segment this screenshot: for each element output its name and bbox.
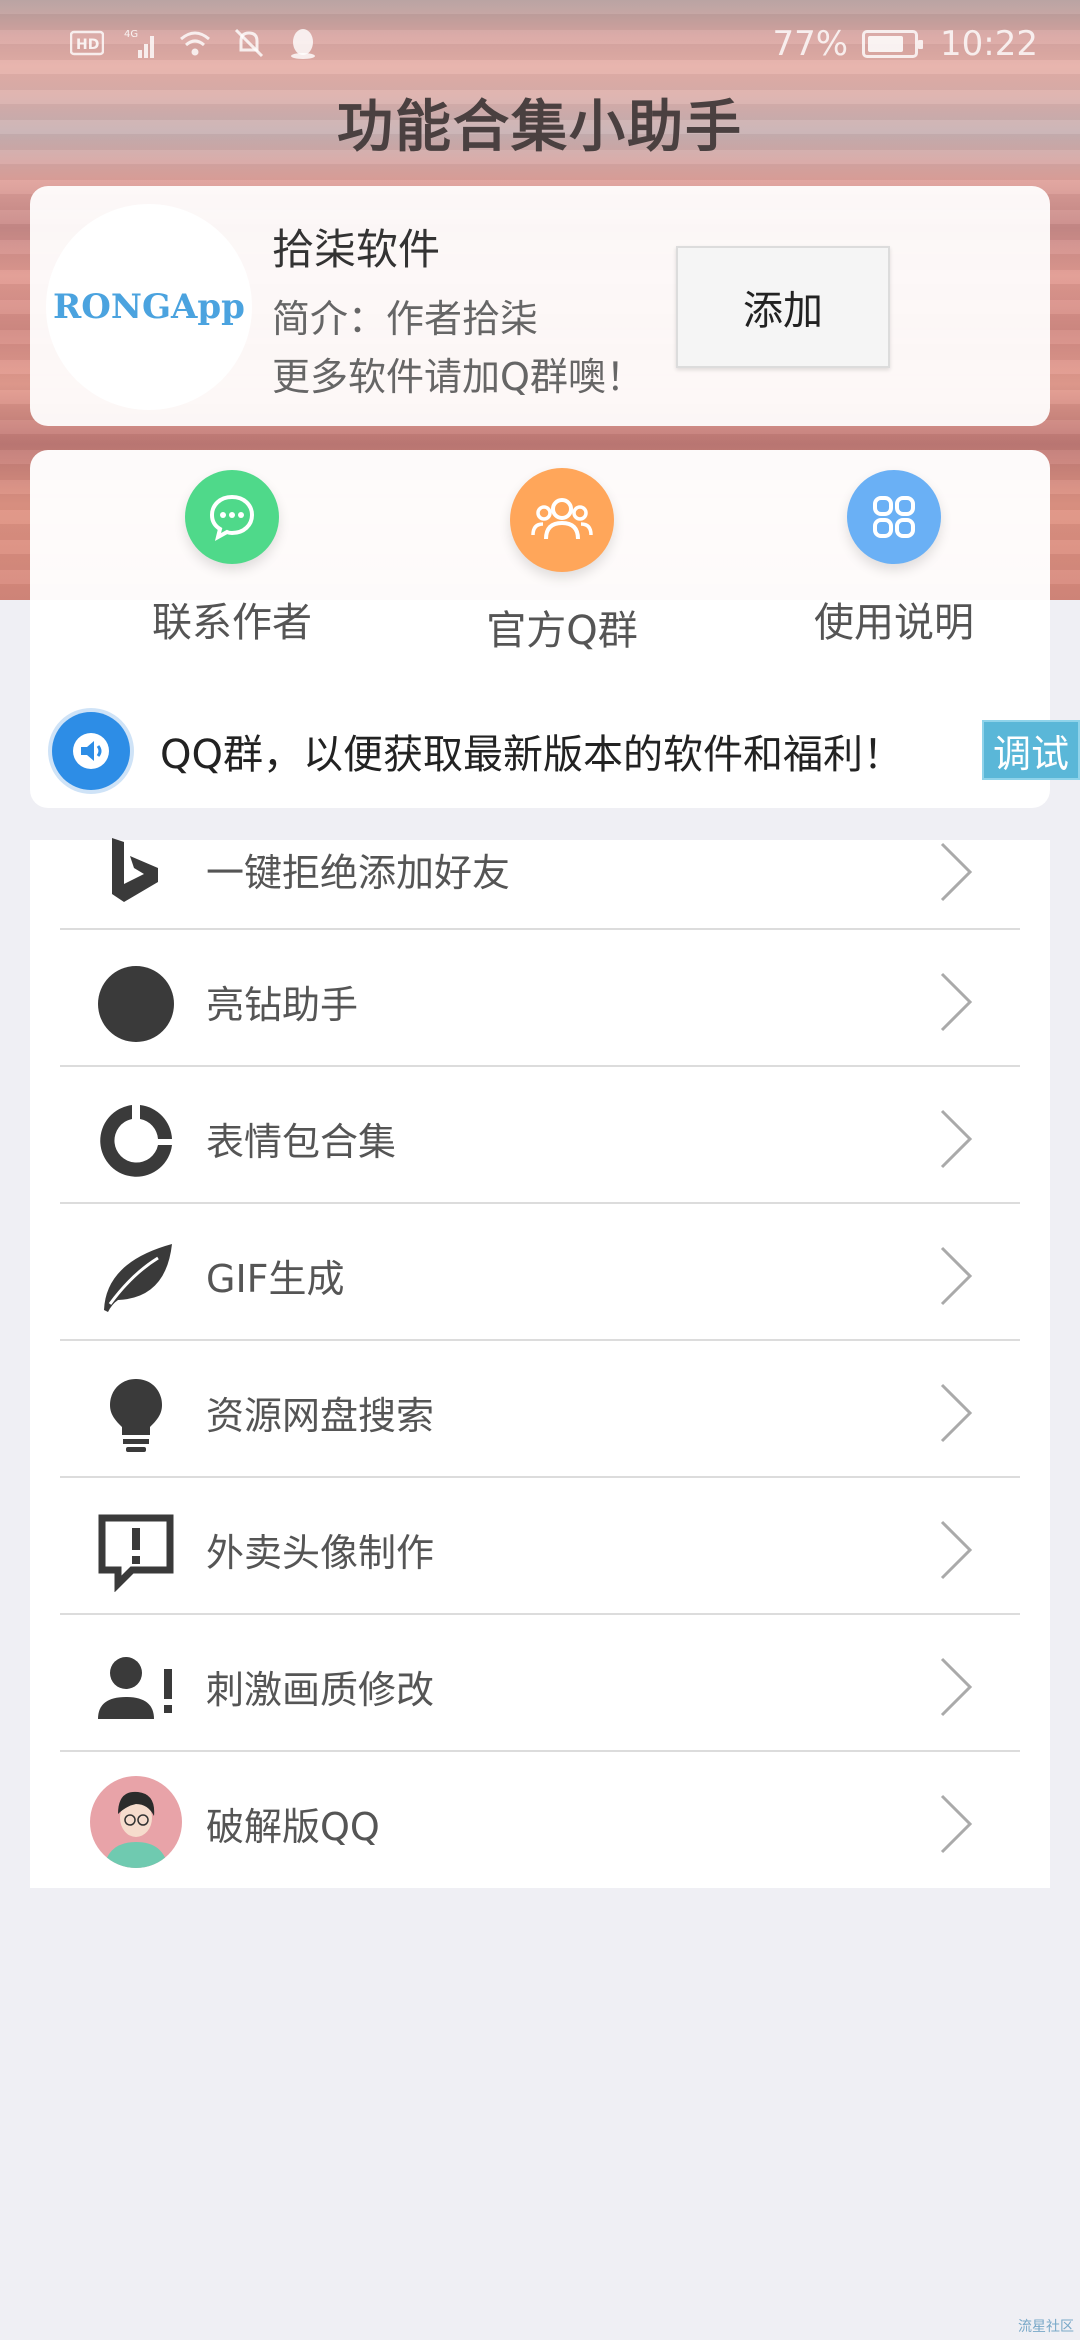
list-item-gif[interactable]: GIF生成 xyxy=(60,1204,1020,1341)
shortcut-contact-author[interactable]: 联系作者 xyxy=(112,470,352,648)
chevron-right-icon xyxy=(940,1657,973,1717)
list-item-diamond-helper[interactable]: 亮钻助手 xyxy=(60,930,1020,1067)
chevron-right-icon xyxy=(940,1383,973,1443)
list-item-label: 外卖头像制作 xyxy=(206,1531,435,1575)
chevron-right-icon xyxy=(940,842,973,902)
list-item-label: 刺激画质修改 xyxy=(206,1668,435,1712)
chevron-right-icon xyxy=(940,1520,973,1580)
list-item-label: 一键拒绝添加好友 xyxy=(206,851,511,895)
hd-badge-text: HD xyxy=(76,37,99,53)
status-right: 77% 10:22 xyxy=(772,24,1038,64)
intro-line-2: 更多软件请加Q群噢！ xyxy=(272,355,644,399)
ring-icon xyxy=(100,1105,172,1177)
qq-penguin-icon xyxy=(291,29,315,59)
alert-message-icon xyxy=(98,1514,174,1592)
list-item-label: 破解版QQ xyxy=(206,1805,380,1849)
shortcut-label: 使用说明 xyxy=(814,600,974,646)
chevron-right-icon xyxy=(940,1794,973,1854)
bing-icon xyxy=(112,838,158,902)
list-item-cloud-search[interactable]: 资源网盘搜索 xyxy=(60,1341,1020,1478)
shortcut-card: 联系作者 官方Q群 使用说明 QQ群，以便获取最新版本的软件和福利！ xyxy=(30,450,1050,808)
signal-4g-icon: 4G xyxy=(124,29,154,58)
list-item-label: 表情包合集 xyxy=(206,1120,397,1164)
speaker-icon xyxy=(52,712,130,790)
app-name: 拾柒软件 xyxy=(272,225,441,274)
person-alert-icon xyxy=(98,1657,172,1719)
shortcut-usage-guide[interactable]: 使用说明 xyxy=(774,470,1014,648)
lightbulb-icon xyxy=(110,1379,162,1452)
grid-apps-icon xyxy=(847,470,941,564)
list-item-takeout-avatar[interactable]: 外卖头像制作 xyxy=(60,1478,1020,1615)
list-item-stickers[interactable]: 表情包合集 xyxy=(60,1067,1020,1204)
list-item-label: 资源网盘搜索 xyxy=(206,1394,435,1438)
shortcut-label: 联系作者 xyxy=(152,600,312,646)
page-title: 功能合集小助手 xyxy=(337,95,743,160)
avatar-photo-icon xyxy=(90,1776,182,1868)
app-intro: 简介：作者拾柒 更多软件请加Q群噢！ xyxy=(272,290,644,406)
shortcut-official-group[interactable]: 官方Q群 xyxy=(442,468,682,656)
status-left-icons: HD 4G xyxy=(70,26,320,60)
shortcut-label: 官方Q群 xyxy=(486,608,638,654)
add-button[interactable]: 添加 xyxy=(676,246,890,368)
app-logo: RONGApp xyxy=(46,204,252,410)
feature-list: 一键拒绝添加好友 亮钻助手 表情包合集 GIF生成 资源网盘搜索 外卖头像制作 … xyxy=(30,838,1050,1889)
battery-percent: 77% xyxy=(772,24,849,64)
chevron-right-icon xyxy=(940,1109,973,1169)
debug-button[interactable]: 调试 xyxy=(982,720,1080,780)
battery-icon xyxy=(862,30,924,58)
group-icon xyxy=(510,468,614,572)
status-bar: HD 4G 77% 10:22 xyxy=(0,0,1080,90)
status-time: 10:22 xyxy=(940,24,1038,64)
chevron-right-icon xyxy=(940,972,973,1032)
list-item-reject-friends[interactable]: 一键拒绝添加好友 xyxy=(60,838,1020,930)
network-badge-text: 4G xyxy=(124,29,138,40)
wifi-icon xyxy=(180,31,210,56)
chevron-right-icon xyxy=(940,1246,973,1306)
mute-icon xyxy=(234,28,264,58)
profile-card: RONGApp 拾柒软件 简介：作者拾柒 更多软件请加Q群噢！ 添加 xyxy=(30,186,1050,426)
chat-bubble-icon xyxy=(185,470,279,564)
list-item-graphics-mod[interactable]: 刺激画质修改 xyxy=(60,1615,1020,1752)
intro-line-1: 简介：作者拾柒 xyxy=(272,297,539,341)
app-logo-text: RONGApp xyxy=(53,287,245,327)
hd-icon: HD xyxy=(70,30,104,56)
leaf-icon xyxy=(104,1244,172,1312)
list-item-cracked-qq[interactable]: 破解版QQ xyxy=(60,1752,1020,1889)
filled-circle-icon xyxy=(98,966,174,1042)
list-item-label: 亮钻助手 xyxy=(206,983,359,1027)
list-item-label: GIF生成 xyxy=(206,1257,345,1301)
watermark: 流星社区 xyxy=(1018,2319,1074,2335)
marquee-text: QQ群，以便获取最新版本的软件和福利！ xyxy=(160,732,903,778)
